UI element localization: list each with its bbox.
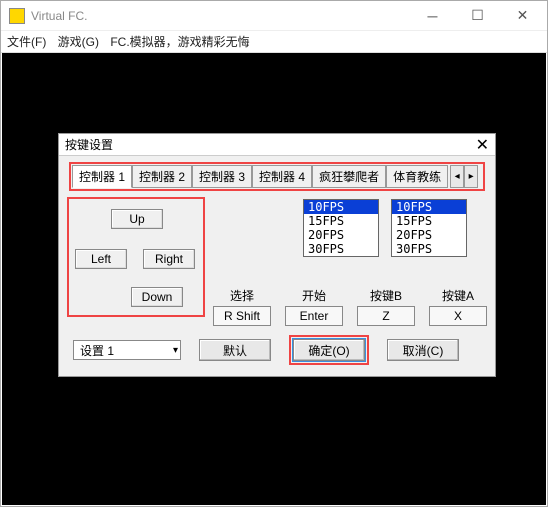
tab-controller-4[interactable]: 控制器 4 — [252, 165, 312, 188]
app-icon — [9, 8, 25, 24]
dialog-close-icon[interactable]: ✕ — [476, 135, 489, 155]
tab-crazy-climber[interactable]: 疯狂攀爬者 — [312, 165, 386, 188]
button-a-label: 按键A — [429, 287, 487, 304]
default-button[interactable]: 默认 — [199, 339, 271, 361]
menubar: 文件(F) 游戏(G) FC.模拟器，游戏精彩无悔 — [1, 31, 547, 53]
controls-area: Up Left Right Down 10FPS 15FPS 20FPS 30F… — [69, 197, 485, 329]
tab-controller-1[interactable]: 控制器 1 — [72, 165, 132, 188]
window-title: Virtual FC. — [31, 9, 410, 23]
list-item[interactable]: 30FPS — [392, 242, 466, 256]
tab-controller-3[interactable]: 控制器 3 — [192, 165, 252, 188]
list-item[interactable]: 30FPS — [304, 242, 378, 256]
settings-combo[interactable]: 设置 1 ▾ — [73, 340, 181, 360]
titlebar: Virtual FC. ─ ☐ ✕ — [1, 1, 547, 31]
list-item[interactable]: 10FPS — [304, 200, 378, 214]
list-item[interactable]: 10FPS — [392, 200, 466, 214]
dpad-up-button[interactable]: Up — [111, 209, 163, 229]
close-button[interactable]: ✕ — [500, 2, 545, 30]
tab-sports-coach[interactable]: 体育教练 — [386, 165, 448, 188]
cancel-button[interactable]: 取消(C) — [387, 339, 459, 361]
fps-listbox-right[interactable]: 10FPS 15FPS 20FPS 30FPS — [391, 199, 467, 257]
button-a-binding[interactable]: X — [429, 306, 487, 326]
main-window: Virtual FC. ─ ☐ ✕ 文件(F) 游戏(G) FC.模拟器，游戏精… — [0, 0, 548, 507]
button-b-binding[interactable]: Z — [357, 306, 415, 326]
maximize-button[interactable]: ☐ — [455, 2, 500, 30]
minimize-button[interactable]: ─ — [410, 2, 455, 30]
list-item[interactable]: 15FPS — [392, 214, 466, 228]
dpad-down-button[interactable]: Down — [131, 287, 183, 307]
select-binding[interactable]: R Shift — [213, 306, 271, 326]
dialog-title: 按键设置 — [65, 136, 476, 153]
dpad-group: Up Left Right Down — [67, 197, 205, 317]
dialog-body: 控制器 1 控制器 2 控制器 3 控制器 4 疯狂攀爬者 体育教练 ◂ ▸ U… — [59, 156, 495, 376]
list-item[interactable]: 20FPS — [304, 228, 378, 242]
tab-scroll-right-icon[interactable]: ▸ — [464, 165, 478, 188]
list-item[interactable]: 15FPS — [304, 214, 378, 228]
dialog-bottom-bar: 设置 1 ▾ 默认 确定(O) 取消(C) — [69, 335, 485, 365]
dialog-titlebar: 按键设置 ✕ — [59, 134, 495, 156]
key-settings-dialog: 按键设置 ✕ 控制器 1 控制器 2 控制器 3 控制器 4 疯狂攀爬者 体育教… — [58, 133, 496, 377]
key-bindings-row: 选择 R Shift 开始 Enter 按键B Z 按键A X — [213, 287, 487, 326]
start-label: 开始 — [285, 287, 343, 304]
tabs-row: 控制器 1 控制器 2 控制器 3 控制器 4 疯狂攀爬者 体育教练 ◂ ▸ — [69, 162, 485, 191]
settings-combo-value: 设置 1 — [80, 342, 114, 359]
tab-scroll-left-icon[interactable]: ◂ — [450, 165, 464, 188]
ok-button[interactable]: 确定(O) — [293, 339, 365, 361]
ok-highlight: 确定(O) — [289, 335, 369, 365]
dpad-left-button[interactable]: Left — [75, 249, 127, 269]
list-item[interactable]: 20FPS — [392, 228, 466, 242]
menu-file[interactable]: 文件(F) — [7, 33, 46, 50]
fps-listboxes: 10FPS 15FPS 20FPS 30FPS 10FPS 15FPS 20FP… — [303, 199, 467, 257]
start-binding[interactable]: Enter — [285, 306, 343, 326]
button-b-label: 按键B — [357, 287, 415, 304]
menu-game[interactable]: 游戏(G) — [58, 33, 99, 50]
fps-listbox-left[interactable]: 10FPS 15FPS 20FPS 30FPS — [303, 199, 379, 257]
dpad-right-button[interactable]: Right — [143, 249, 195, 269]
menu-about[interactable]: FC.模拟器，游戏精彩无悔 — [110, 33, 249, 50]
chevron-down-icon: ▾ — [173, 345, 178, 356]
tab-controller-2[interactable]: 控制器 2 — [132, 165, 192, 188]
select-label: 选择 — [213, 287, 271, 304]
